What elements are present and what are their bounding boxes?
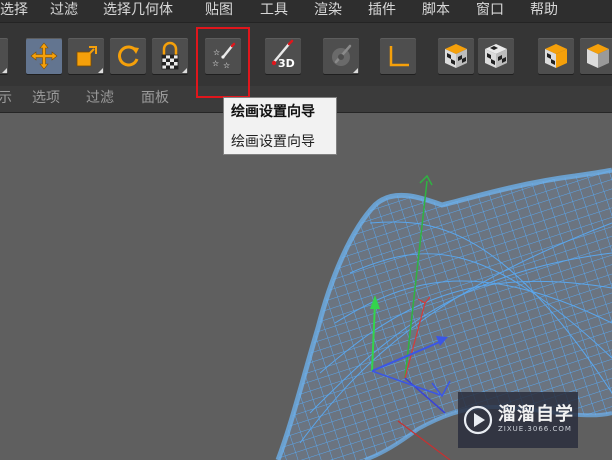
checker-cube-button-2[interactable]: [478, 38, 514, 74]
move-icon: [30, 42, 58, 70]
move-tool-button[interactable]: [26, 38, 62, 74]
axis-corner-icon: [389, 46, 409, 67]
menu-window[interactable]: 窗口: [476, 1, 504, 19]
watermark: 溜溜自学 ZIXUE.3066.COM: [458, 392, 578, 448]
submenu-indicator-icon: [2, 68, 7, 73]
tab-filter[interactable]: 过滤: [86, 89, 114, 107]
menu-help[interactable]: 帮助: [530, 1, 558, 19]
menu-select-geometry[interactable]: 选择几何体: [103, 1, 173, 19]
menu-select[interactable]: 选择: [0, 1, 28, 19]
paint-3d-label: 3D: [278, 57, 295, 70]
tab-panel[interactable]: 面板: [141, 89, 169, 107]
menu-filter[interactable]: 过滤: [50, 1, 78, 19]
toolbar: ☆ ☆ ☆ 3D: [0, 22, 612, 87]
menu-bar: 选择 过滤 选择几何体 贴图 工具 渲染 插件 脚本 窗口 帮助: [0, 0, 612, 22]
tab-options[interactable]: 选项: [32, 89, 60, 107]
checker-cube-button[interactable]: [438, 38, 474, 74]
tooltip-title: 绘画设置向导: [231, 104, 315, 120]
transform-tool-button[interactable]: [0, 38, 8, 74]
checker-cube-button-3[interactable]: [538, 38, 574, 74]
highlight-box: [196, 27, 250, 98]
tooltip-description: 绘画设置向导: [231, 134, 315, 150]
rotate-tool-button[interactable]: [110, 38, 146, 74]
watermark-title: 溜溜自学: [498, 404, 574, 425]
watermark-url: ZIXUE.3066.COM: [498, 425, 572, 433]
paint-3d-button[interactable]: 3D: [265, 38, 301, 74]
menu-texture[interactable]: 贴图: [205, 1, 233, 19]
checker-cube-icon-2: [485, 44, 507, 68]
lock-tool-button[interactable]: [152, 38, 188, 74]
play-logo-icon: [463, 405, 493, 435]
menu-plugins[interactable]: 插件: [368, 1, 396, 19]
submenu-indicator-icon: [182, 68, 187, 73]
rotate-icon: [118, 45, 139, 67]
submenu-indicator-icon: [98, 68, 103, 73]
cube-button[interactable]: [580, 38, 612, 74]
disabled-brush-button[interactable]: [323, 38, 359, 74]
checker-cube-icon: [445, 44, 467, 68]
cube-icon: [587, 44, 609, 68]
tooltip: 绘画设置向导 绘画设置向导: [223, 97, 337, 155]
checker-cube-icon-3: [545, 44, 567, 68]
axis-tool-button[interactable]: [380, 38, 416, 74]
submenu-indicator-icon: [353, 68, 358, 73]
menu-render[interactable]: 渲染: [314, 1, 342, 19]
menu-script[interactable]: 脚本: [422, 1, 450, 19]
scale-tool-button[interactable]: [68, 38, 104, 74]
menu-tools[interactable]: 工具: [260, 1, 288, 19]
tab-display[interactable]: 示: [0, 89, 12, 107]
